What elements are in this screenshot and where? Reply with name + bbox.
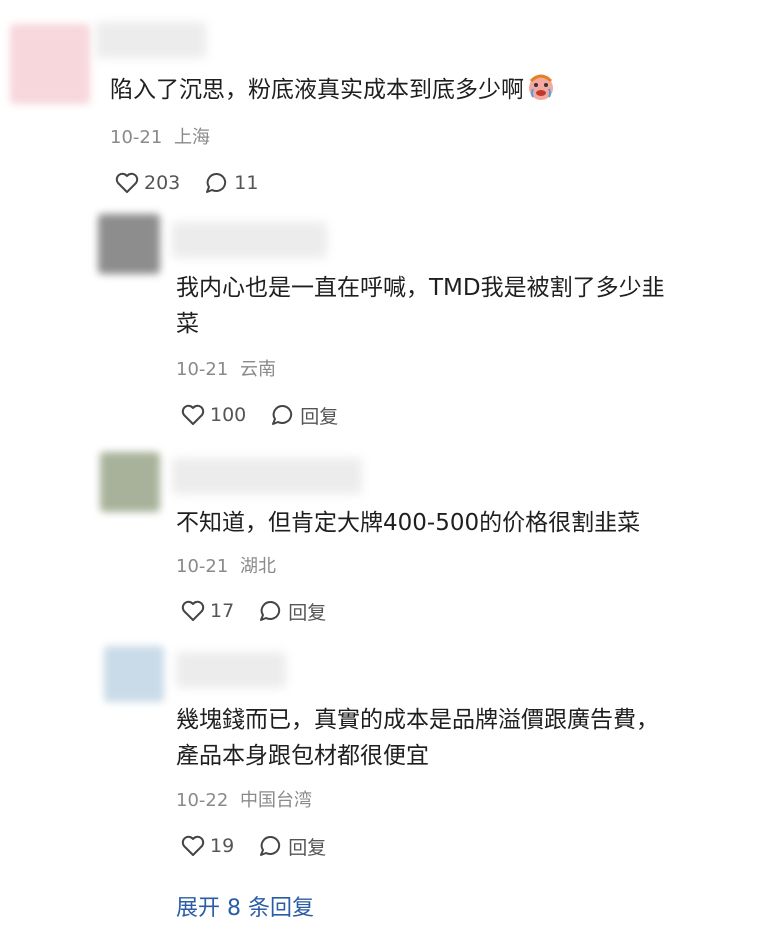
like-count: 17 <box>210 600 235 622</box>
reply-actions: 100 回复 <box>180 402 338 428</box>
reply-label: 回复 <box>300 405 339 428</box>
reply-date: 10-21 <box>176 359 229 380</box>
like-count: 100 <box>210 404 247 426</box>
reply-button[interactable]: 回复 <box>258 598 326 625</box>
username[interactable] <box>96 22 206 58</box>
reply-count: 11 <box>234 172 259 194</box>
reply-actions: 17 回复 <box>180 598 326 624</box>
avatar[interactable] <box>104 646 164 702</box>
username[interactable] <box>176 652 286 688</box>
heart-icon <box>180 599 206 623</box>
comment-date: 10-21 <box>110 127 163 148</box>
reply-date: 10-22 <box>176 790 229 811</box>
comment-bubble-icon <box>258 599 284 623</box>
reply-text: 幾塊錢而已，真實的成本是品牌溢價跟廣告費， 產品本身跟包材都很便宜 <box>176 707 659 769</box>
avatar[interactable] <box>98 214 160 274</box>
comment-meta: 10-21 上海 <box>110 126 210 150</box>
comment-bubble-icon <box>258 834 284 858</box>
like-count: 203 <box>144 172 181 194</box>
reply-button[interactable]: 回复 <box>270 402 338 429</box>
reply-label: 回复 <box>288 601 327 624</box>
like-button[interactable]: 203 <box>114 171 180 195</box>
comment-bubble-icon <box>204 171 230 195</box>
reply-meta: 10-22 中国台湾 <box>176 789 312 813</box>
reply-text: 我内心也是一直在呼喊，TMD我是被割了多少韭 菜 <box>176 275 665 337</box>
heart-icon <box>180 403 206 427</box>
reply-button[interactable]: 11 <box>204 171 258 195</box>
reply-date: 10-21 <box>176 556 229 577</box>
reply-location: 湖北 <box>240 556 277 577</box>
reply-text: 不知道，但肯定大牌400-500的价格很割韭菜 <box>176 510 641 536</box>
username[interactable] <box>172 458 362 494</box>
reply-location: 中国台湾 <box>240 790 313 811</box>
like-count: 19 <box>210 835 235 857</box>
like-button[interactable]: 100 <box>180 403 246 427</box>
reply-actions: 19 回复 <box>180 833 326 859</box>
crying-clown-emoji-icon <box>526 73 556 112</box>
reply-label: 回复 <box>288 836 327 859</box>
avatar[interactable] <box>100 452 160 512</box>
username[interactable] <box>172 222 327 258</box>
expand-replies-link[interactable]: 展开 8 条回复 <box>176 890 314 922</box>
reply-button[interactable]: 回复 <box>258 833 326 860</box>
heart-icon <box>114 171 140 195</box>
comment-actions: 203 11 <box>114 170 258 196</box>
comment-location: 上海 <box>174 127 211 148</box>
reply-meta: 10-21 湖北 <box>176 555 276 579</box>
like-button[interactable]: 19 <box>180 834 234 858</box>
like-button[interactable]: 17 <box>180 599 234 623</box>
avatar[interactable] <box>10 24 90 104</box>
reply-location: 云南 <box>240 359 277 380</box>
comment-bubble-icon <box>270 403 296 427</box>
reply-meta: 10-21 云南 <box>176 358 276 382</box>
comment-text: 陷入了沉思，粉底液真实成本到底多少啊 <box>110 72 556 112</box>
heart-icon <box>180 834 206 858</box>
